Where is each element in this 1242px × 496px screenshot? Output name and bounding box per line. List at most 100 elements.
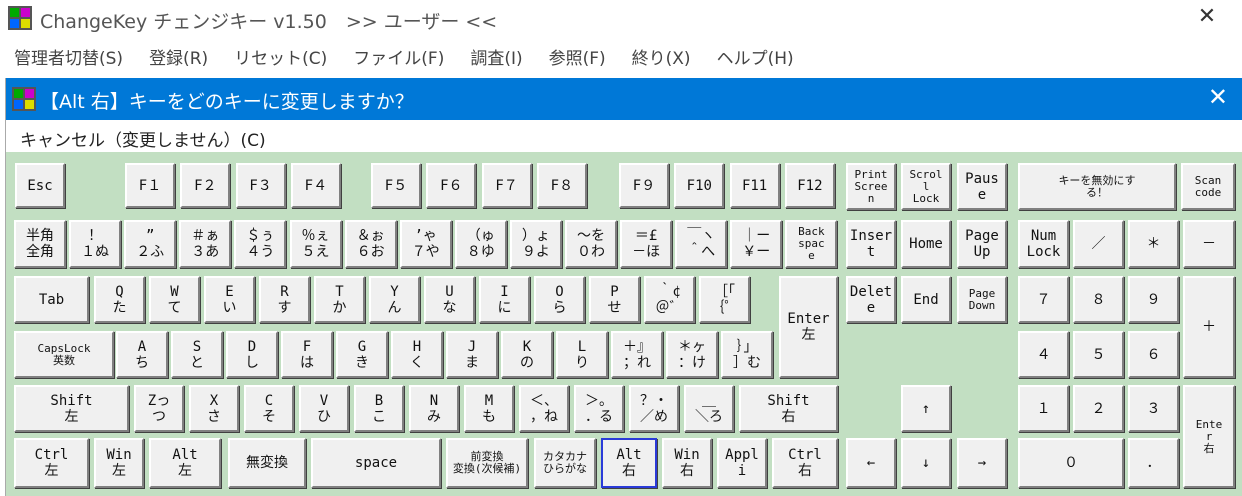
key-v-ひ[interactable]: V ひ (299, 385, 349, 432)
cancel-button[interactable]: キャンセル（変更しません）(C) (6, 120, 1242, 152)
key-f４[interactable]: F４ (290, 163, 341, 208)
key-alt-右[interactable]: Alt 右 (601, 438, 657, 488)
key-．[interactable]: ． (1128, 438, 1179, 488)
key-m-も[interactable]: M も (464, 385, 514, 432)
key-g-き[interactable]: G き (336, 331, 388, 378)
key-y-ん[interactable]: Y ん (369, 276, 420, 323)
key-！-１ぬ[interactable]: ！ １ぬ (69, 220, 122, 268)
menu-register[interactable]: 登録(R) (149, 44, 208, 69)
key-９[interactable]: ９ (1128, 276, 1179, 323)
key-enter-左[interactable]: Enter 左 (779, 276, 838, 378)
key-c-そ[interactable]: C そ (244, 385, 294, 432)
key-０[interactable]: ０ (1018, 438, 1124, 488)
key-paus-e[interactable]: Paus e (957, 163, 1007, 210)
key-b-こ[interactable]: B こ (354, 385, 404, 432)
key-x-さ[interactable]: X さ (189, 385, 239, 432)
key-inser-t[interactable]: Inser t (846, 220, 896, 268)
key-［「-｛゜[interactable]: ［「 ｛゜ (699, 276, 750, 323)
key-＊[interactable]: ＊ (1128, 220, 1179, 268)
key-esc[interactable]: Esc (15, 163, 65, 208)
key-a-ち[interactable]: A ち (116, 331, 168, 378)
key-キーを無効にす-る！[interactable]: キーを無効にす る！ (1018, 163, 1176, 210)
key-page-up[interactable]: Page Up (957, 220, 1007, 268)
key-６[interactable]: ６ (1128, 331, 1179, 378)
key-f１[interactable]: F１ (125, 163, 175, 208)
key-５[interactable]: ５ (1073, 331, 1124, 378)
key-２[interactable]: ２ (1073, 385, 1124, 432)
key-１[interactable]: １ (1018, 385, 1069, 432)
key-f２[interactable]: F２ (180, 163, 231, 208)
key-win-右[interactable]: Win 右 (662, 438, 712, 488)
key-w-て[interactable]: W て (149, 276, 200, 323)
key-f７[interactable]: F７ (481, 163, 532, 208)
key-s-と[interactable]: S と (171, 331, 223, 378)
key-＆ぉ-６お[interactable]: ＆ぉ ６お (344, 220, 397, 268)
key-f-は[interactable]: F は (281, 331, 333, 378)
key-j-ま[interactable]: J ま (446, 331, 498, 378)
key-f11[interactable]: F11 (729, 163, 780, 208)
key-－[interactable]: － (1183, 220, 1235, 268)
key-＋』-；れ[interactable]: ＋』 ；れ (611, 331, 663, 378)
key-→[interactable]: → (957, 438, 1007, 488)
key-shift-右[interactable]: Shift 右 (739, 385, 838, 432)
key-page-down[interactable]: Page Down (957, 276, 1007, 323)
key-f12[interactable]: F12 (784, 163, 835, 208)
key-r-す[interactable]: R す (259, 276, 310, 323)
menu-help[interactable]: ヘルプ(H) (717, 44, 794, 69)
key-３[interactable]: ３ (1128, 385, 1179, 432)
key-f９[interactable]: F９ (619, 163, 669, 208)
key-＝£-－ほ[interactable]: ＝£ －ほ (620, 220, 673, 268)
close-icon[interactable]: ✕ (1192, 4, 1222, 29)
key-o-ら[interactable]: O ら (534, 276, 585, 323)
key-end[interactable]: End (901, 276, 951, 323)
key-win-左[interactable]: Win 左 (94, 438, 144, 488)
key-）ょ-９よ[interactable]: ）ょ ９よ (509, 220, 562, 268)
key-｀¢-＠゛[interactable]: ｀¢ ＠゛ (644, 276, 695, 323)
key-～を-０わ[interactable]: ～を ０わ (565, 220, 617, 268)
key-delet-e[interactable]: Delet e (846, 276, 896, 323)
key-＞。-．る[interactable]: ＞。 ．る (574, 385, 624, 432)
menu-admin-switch[interactable]: 管理者切替(S) (14, 44, 123, 69)
key-tab[interactable]: Tab (14, 276, 89, 323)
key-scan-code[interactable]: Scan code (1181, 163, 1235, 210)
key-q-た[interactable]: Q た (94, 276, 145, 323)
key-zっ-つ[interactable]: Zっ つ (134, 385, 184, 432)
menu-file[interactable]: ファイル(F) (353, 44, 444, 69)
key-￣ヽ-＾へ[interactable]: ￣ヽ ＾へ (675, 220, 728, 268)
key-capslock-英数[interactable]: CapsLock 英数 (14, 331, 114, 378)
key-↑[interactable]: ↑ (901, 385, 951, 432)
key-ente-r-右[interactable]: Ente r 右 (1183, 385, 1235, 488)
key-f６[interactable]: F６ (426, 163, 477, 208)
key-＃ぁ-３あ[interactable]: ＃ぁ ３あ (179, 220, 232, 268)
key-４[interactable]: ４ (1018, 331, 1069, 378)
key-print-scree-n[interactable]: Print Scree n (846, 163, 896, 210)
key-無変換[interactable]: 無変換 (228, 438, 306, 488)
key-d-し[interactable]: D し (226, 331, 278, 378)
close-icon[interactable]: ✕ (1208, 83, 1228, 111)
key-scrol-l-lock[interactable]: Scrol l Lock (901, 163, 951, 210)
key-h-く[interactable]: H く (391, 331, 443, 378)
key-f３[interactable]: F３ (235, 163, 286, 208)
key-／[interactable]: ／ (1073, 220, 1124, 268)
key-８[interactable]: ８ (1073, 276, 1124, 323)
menu-exit[interactable]: 終り(X) (632, 44, 691, 69)
key-ctrl-右[interactable]: Ctrl 右 (772, 438, 838, 488)
key-space[interactable]: space (311, 438, 441, 488)
key-f８[interactable]: F８ (536, 163, 587, 208)
key-＊ヶ-：け[interactable]: ＊ヶ ：け (666, 331, 718, 378)
key-’ゃ-７や[interactable]: ’ゃ ７や (399, 220, 452, 268)
key-半角-全角[interactable]: 半角 全角 (14, 220, 66, 268)
key-｜ー-￥ー[interactable]: ｜ー ￥ー (730, 220, 783, 268)
key-前変換-変換(次候補)[interactable]: 前変換 変換(次候補) (446, 438, 528, 488)
key-u-な[interactable]: U な (424, 276, 475, 323)
menu-reset[interactable]: リセット(C) (234, 44, 327, 69)
key-％ぇ-５え[interactable]: ％ぇ ５え (289, 220, 342, 268)
key-num-lock[interactable]: Num Lock (1018, 220, 1069, 268)
key-↓[interactable]: ↓ (901, 438, 951, 488)
key-ctrl-左[interactable]: Ctrl 左 (14, 438, 89, 488)
key-”-２ふ[interactable]: ” ２ふ (124, 220, 177, 268)
key-f５[interactable]: F５ (371, 163, 421, 208)
key-f10[interactable]: F10 (674, 163, 725, 208)
key-＋[interactable]: ＋ (1183, 276, 1235, 378)
key-←[interactable]: ← (846, 438, 896, 488)
